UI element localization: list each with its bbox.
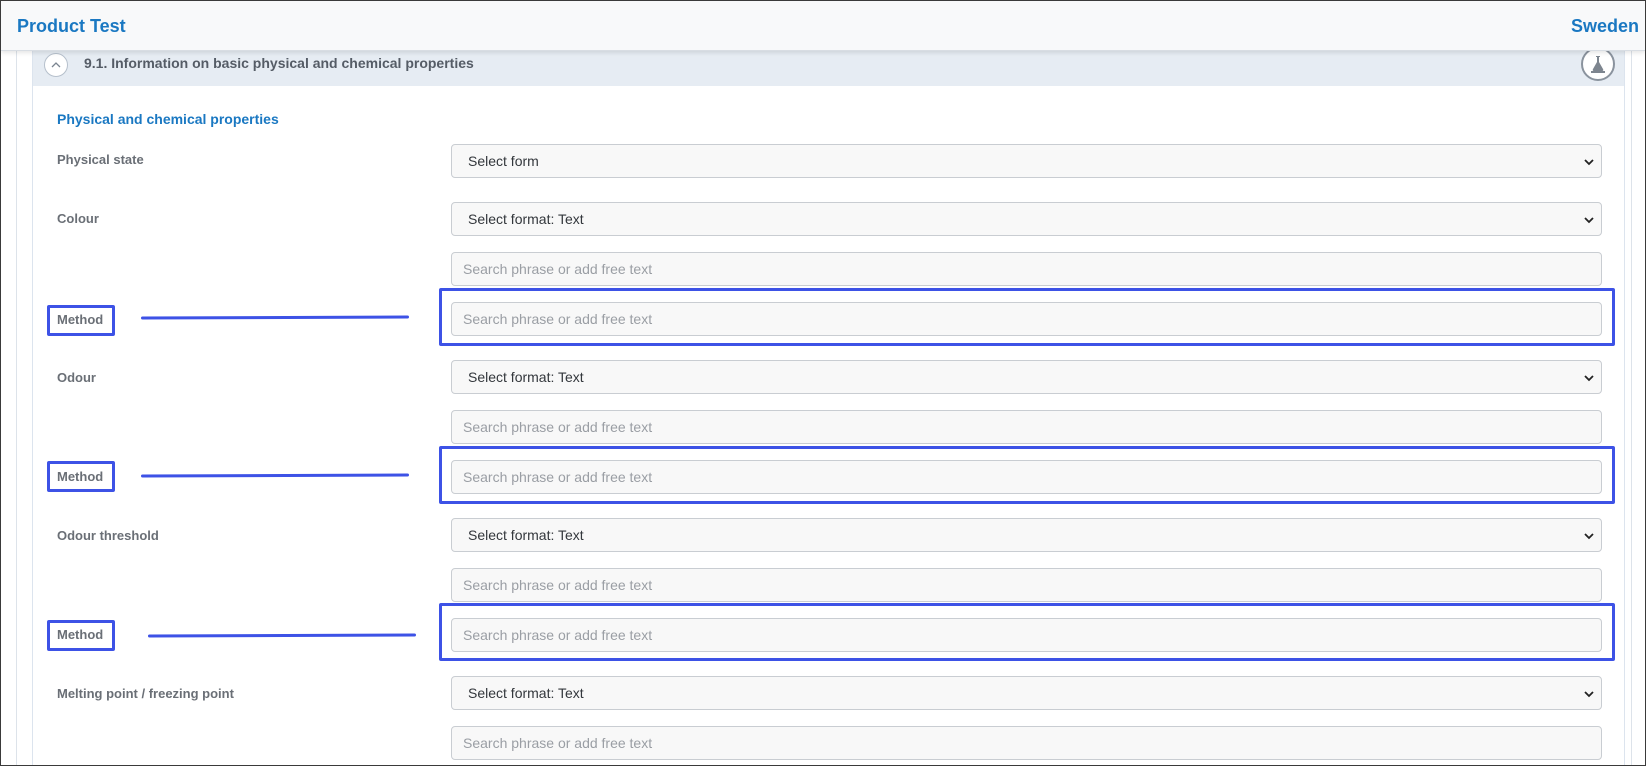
- chevron-up-icon[interactable]: [44, 53, 68, 77]
- chevron-down-icon: [1584, 159, 1594, 166]
- lab-flask-icon[interactable]: [1581, 47, 1615, 81]
- chevron-down-icon: [1584, 217, 1594, 224]
- odour-threshold-label: Odour threshold: [57, 528, 159, 543]
- melting-point-text-input[interactable]: [451, 726, 1602, 760]
- odour-format-select-value: Select format: Text: [468, 369, 584, 385]
- colour-method-input[interactable]: [451, 302, 1602, 336]
- app-title[interactable]: Product Test: [17, 16, 126, 37]
- country-label[interactable]: Sweden: [1571, 16, 1639, 37]
- odour-method-input[interactable]: [451, 460, 1602, 494]
- odour-threshold-format-select-value: Select format: Text: [468, 527, 584, 543]
- chevron-down-icon: [1584, 375, 1594, 382]
- melting-point-label: Melting point / freezing point: [57, 686, 234, 701]
- odour-threshold-method-label: Method: [57, 627, 104, 642]
- melting-point-format-select[interactable]: Select format: Text: [451, 676, 1602, 710]
- odour-threshold-format-select[interactable]: Select format: Text: [451, 518, 1602, 552]
- subsection-title: Physical and chemical properties: [57, 111, 279, 127]
- melting-point-format-select-value: Select format: Text: [468, 685, 584, 701]
- top-bar: Product Test Sweden: [1, 1, 1645, 51]
- odour-threshold-text-input[interactable]: [451, 568, 1602, 602]
- odour-text-input[interactable]: [451, 410, 1602, 444]
- odour-threshold-method-input[interactable]: [451, 618, 1602, 652]
- physical-state-select[interactable]: Select form: [451, 144, 1602, 178]
- colour-format-select-value: Select format: Text: [468, 211, 584, 227]
- section-title: 9.1. Information on basic physical and c…: [84, 55, 474, 71]
- chevron-down-icon: [1584, 533, 1594, 540]
- physical-state-select-value: Select form: [468, 153, 539, 169]
- odour-method-label: Method: [57, 469, 104, 484]
- colour-method-label: Method: [57, 312, 104, 327]
- colour-label: Colour: [57, 211, 99, 226]
- physical-state-label: Physical state: [57, 152, 144, 167]
- chevron-down-icon: [1584, 691, 1594, 698]
- app-window: Product Test Sweden 9.1. Information on …: [0, 0, 1646, 766]
- colour-text-input[interactable]: [451, 252, 1602, 286]
- colour-format-select[interactable]: Select format: Text: [451, 202, 1602, 236]
- odour-format-select[interactable]: Select format: Text: [451, 360, 1602, 394]
- odour-label: Odour: [57, 370, 96, 385]
